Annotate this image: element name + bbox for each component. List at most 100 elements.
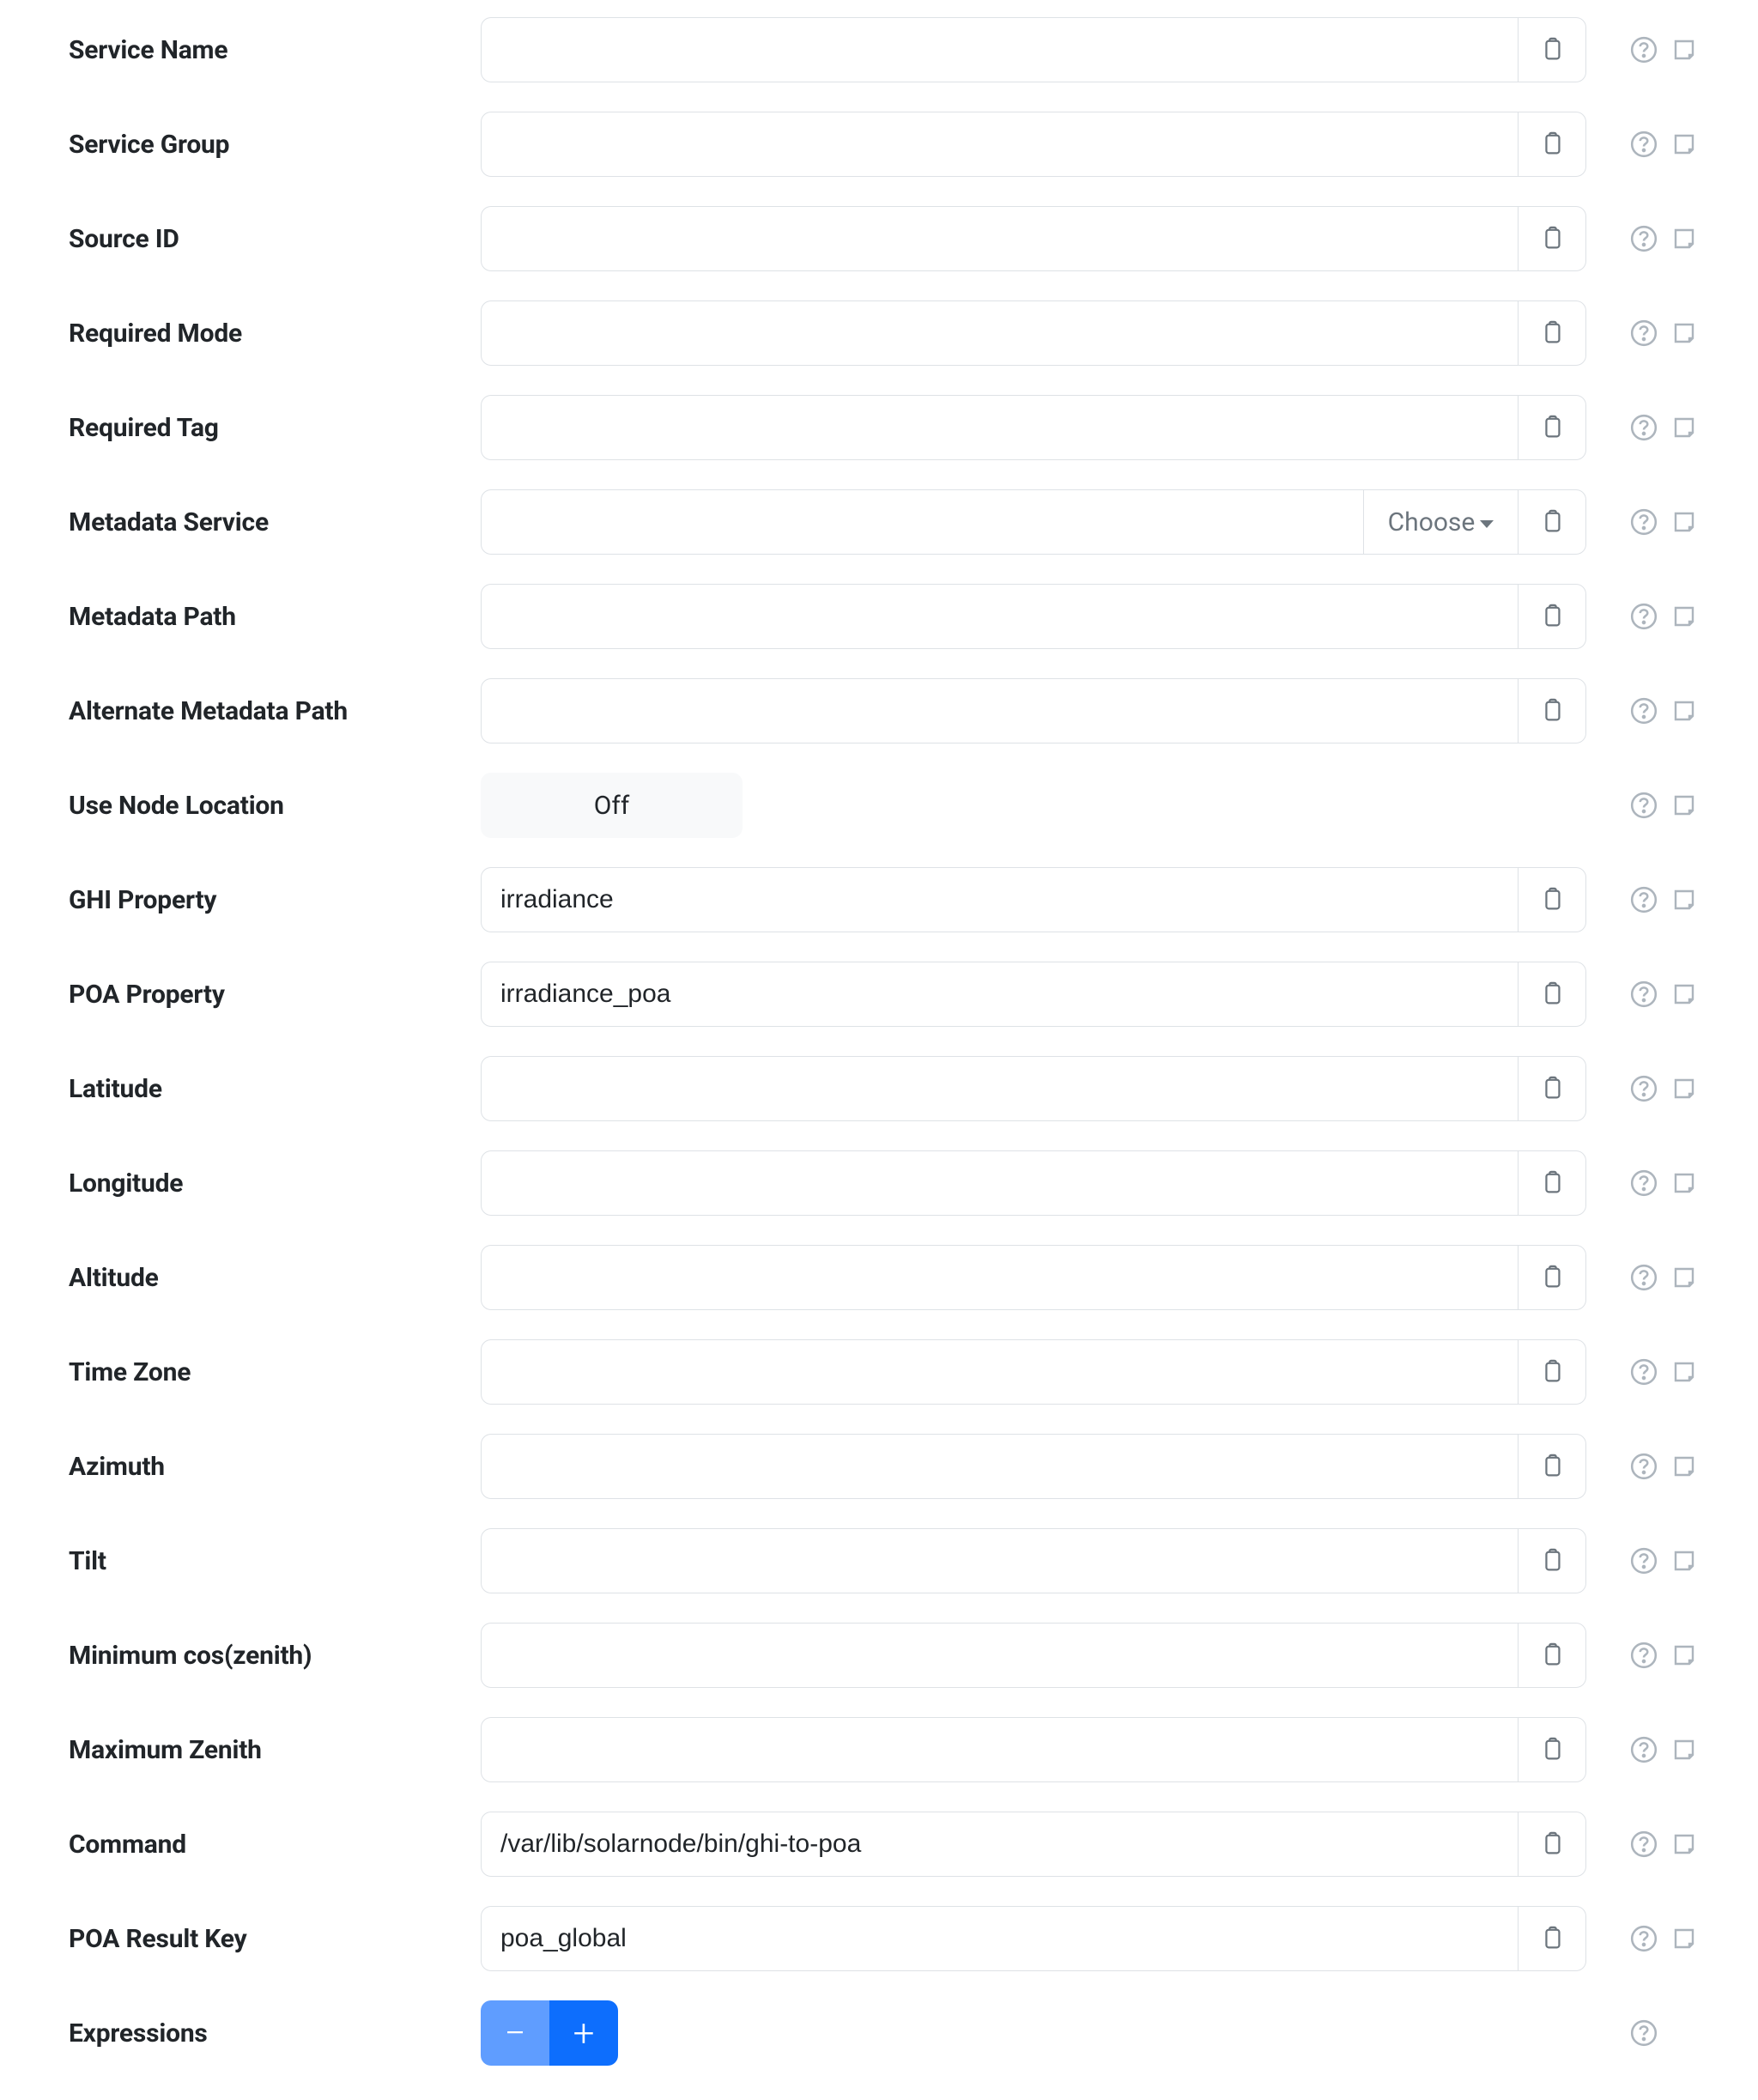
row-azimuth: Azimuth <box>69 1434 1698 1499</box>
label-service-name: Service Name <box>69 35 481 65</box>
service-name-input[interactable] <box>481 17 1518 82</box>
note-icon[interactable] <box>1670 36 1698 64</box>
help-icon[interactable] <box>1629 791 1658 820</box>
chevron-down-icon <box>1480 520 1494 528</box>
help-icon[interactable] <box>1629 1546 1658 1575</box>
note-icon[interactable] <box>1670 1264 1698 1291</box>
copy-button[interactable] <box>1518 17 1586 82</box>
poa-property-input[interactable] <box>481 962 1518 1027</box>
help-icon[interactable] <box>1629 1357 1658 1387</box>
clipboard-icon <box>1539 1831 1565 1857</box>
help-icon[interactable] <box>1629 885 1658 914</box>
copy-button[interactable] <box>1518 678 1586 743</box>
remove-expression-button[interactable]: − <box>481 2000 549 2066</box>
row-longitude: Longitude <box>69 1150 1698 1216</box>
copy-button[interactable] <box>1518 1812 1586 1877</box>
copy-button[interactable] <box>1518 962 1586 1027</box>
clipboard-icon <box>1539 1454 1565 1479</box>
note-icon[interactable] <box>1670 414 1698 441</box>
row-poa-result-key: POA Result Key <box>69 1906 1698 1971</box>
altitude-input[interactable] <box>481 1245 1518 1310</box>
help-icon[interactable] <box>1629 1074 1658 1103</box>
copy-button[interactable] <box>1518 584 1586 649</box>
note-icon[interactable] <box>1670 886 1698 913</box>
note-icon[interactable] <box>1670 1830 1698 1858</box>
note-icon[interactable] <box>1670 508 1698 536</box>
copy-button[interactable] <box>1518 1056 1586 1121</box>
help-icon[interactable] <box>1629 602 1658 631</box>
note-icon[interactable] <box>1670 1358 1698 1386</box>
help-icon[interactable] <box>1629 35 1658 64</box>
help-icon[interactable] <box>1629 1452 1658 1481</box>
help-icon[interactable] <box>1629 413 1658 442</box>
note-icon[interactable] <box>1670 1736 1698 1763</box>
note-icon[interactable] <box>1670 603 1698 630</box>
copy-button[interactable] <box>1518 1150 1586 1216</box>
copy-button[interactable] <box>1518 489 1586 555</box>
metadata-path-input[interactable] <box>481 584 1518 649</box>
help-icon[interactable] <box>1629 130 1658 159</box>
alternate-metadata-path-input[interactable] <box>481 678 1518 743</box>
tilt-input[interactable] <box>481 1528 1518 1593</box>
note-icon[interactable] <box>1670 980 1698 1008</box>
poa-result-key-input[interactable] <box>481 1906 1518 1971</box>
copy-button[interactable] <box>1518 112 1586 177</box>
source-id-input[interactable] <box>481 206 1518 271</box>
help-icon[interactable] <box>1629 1168 1658 1198</box>
help-icon[interactable] <box>1629 507 1658 537</box>
note-icon[interactable] <box>1670 1169 1698 1197</box>
longitude-input[interactable] <box>481 1150 1518 1216</box>
copy-button[interactable] <box>1518 867 1586 932</box>
copy-button[interactable] <box>1518 1717 1586 1782</box>
copy-button[interactable] <box>1518 395 1586 460</box>
note-icon[interactable] <box>1670 225 1698 252</box>
time-zone-input[interactable] <box>481 1339 1518 1405</box>
row-required-tag: Required Tag <box>69 395 1698 460</box>
note-icon[interactable] <box>1670 1075 1698 1102</box>
metadata-service-input[interactable] <box>481 489 1363 555</box>
help-icon[interactable] <box>1629 1263 1658 1292</box>
required-mode-input[interactable] <box>481 300 1518 366</box>
help-icon[interactable] <box>1629 2018 1658 2048</box>
copy-button[interactable] <box>1518 206 1586 271</box>
help-icon[interactable] <box>1629 1641 1658 1670</box>
note-icon[interactable] <box>1670 130 1698 158</box>
note-icon[interactable] <box>1670 319 1698 347</box>
note-icon[interactable] <box>1670 1453 1698 1480</box>
help-icon[interactable] <box>1629 1830 1658 1859</box>
copy-button[interactable] <box>1518 1434 1586 1499</box>
service-group-input[interactable] <box>481 112 1518 177</box>
help-icon[interactable] <box>1629 319 1658 348</box>
copy-button[interactable] <box>1518 1623 1586 1688</box>
min-cos-zenith-input[interactable] <box>481 1623 1518 1688</box>
latitude-input[interactable] <box>481 1056 1518 1121</box>
note-icon[interactable] <box>1670 1547 1698 1575</box>
choose-label: Choose <box>1388 507 1476 537</box>
clipboard-icon <box>1539 1548 1565 1574</box>
help-icon[interactable] <box>1629 1924 1658 1953</box>
required-tag-input[interactable] <box>481 395 1518 460</box>
choose-dropdown[interactable]: Choose <box>1363 489 1518 555</box>
label-poa-result-key: POA Result Key <box>69 1924 481 1954</box>
help-icon[interactable] <box>1629 224 1658 253</box>
label-max-zenith: Maximum Zenith <box>69 1735 481 1765</box>
copy-button[interactable] <box>1518 1339 1586 1405</box>
add-expression-button[interactable]: + <box>549 2000 618 2066</box>
help-icon[interactable] <box>1629 980 1658 1009</box>
note-icon[interactable] <box>1670 792 1698 819</box>
copy-button[interactable] <box>1518 300 1586 366</box>
note-icon[interactable] <box>1670 697 1698 725</box>
command-input[interactable] <box>481 1812 1518 1877</box>
use-node-location-toggle[interactable]: Off <box>481 773 743 838</box>
help-icon[interactable] <box>1629 696 1658 725</box>
copy-button[interactable] <box>1518 1906 1586 1971</box>
note-icon[interactable] <box>1670 1642 1698 1669</box>
row-tilt: Tilt <box>69 1528 1698 1593</box>
max-zenith-input[interactable] <box>481 1717 1518 1782</box>
ghi-property-input[interactable] <box>481 867 1518 932</box>
azimuth-input[interactable] <box>481 1434 1518 1499</box>
help-icon[interactable] <box>1629 1735 1658 1764</box>
note-icon[interactable] <box>1670 1925 1698 1952</box>
copy-button[interactable] <box>1518 1245 1586 1310</box>
copy-button[interactable] <box>1518 1528 1586 1593</box>
